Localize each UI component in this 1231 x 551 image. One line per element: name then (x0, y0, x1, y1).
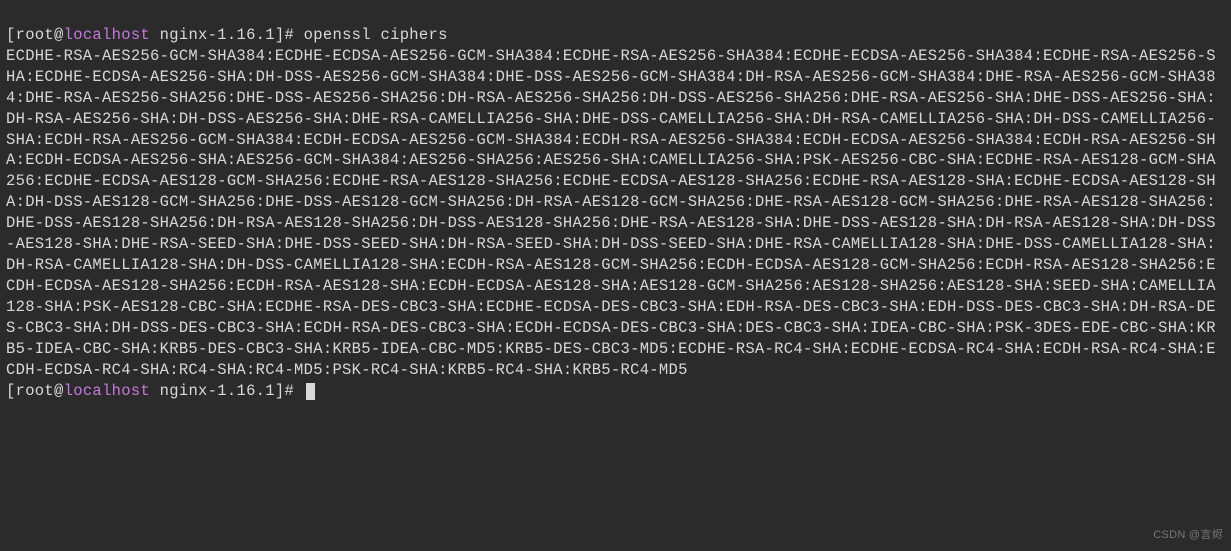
prompt-at: @ (54, 382, 64, 400)
prompt-user: root (16, 26, 54, 44)
cipher-output: ECDHE-RSA-AES256-GCM-SHA384:ECDHE-ECDSA-… (6, 47, 1216, 379)
bracket-open: [ (6, 26, 16, 44)
prompt-host: localhost (64, 382, 150, 400)
command-input[interactable] (294, 382, 304, 400)
terminal-output[interactable]: [root@localhost nginx-1.16.1]# openssl c… (6, 4, 1225, 402)
bracket-close: ]# (275, 26, 294, 44)
bracket-close: ]# (275, 382, 294, 400)
prompt-space (150, 382, 160, 400)
bracket-open: [ (6, 382, 16, 400)
prompt-user: root (16, 382, 54, 400)
prompt-space (150, 26, 160, 44)
prompt-path: nginx-1.16.1 (160, 26, 275, 44)
command-text: openssl ciphers (294, 26, 448, 44)
prompt-line-2: [root@localhost nginx-1.16.1]# (6, 382, 315, 400)
cursor-icon (306, 383, 315, 400)
prompt-path: nginx-1.16.1 (160, 382, 275, 400)
prompt-line-1: [root@localhost nginx-1.16.1]# openssl c… (6, 26, 448, 44)
prompt-host: localhost (64, 26, 150, 44)
watermark-text: CSDN @言烬 (1153, 528, 1223, 543)
prompt-at: @ (54, 26, 64, 44)
